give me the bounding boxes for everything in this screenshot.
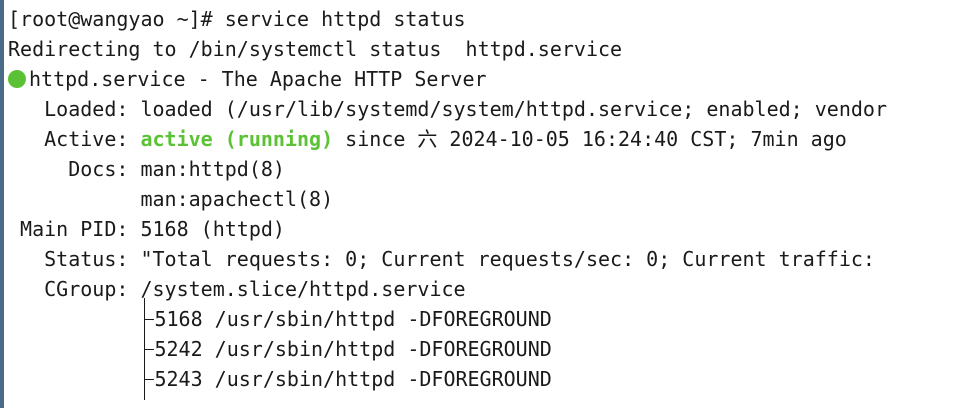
mainpid-label: Main PID: <box>8 217 141 241</box>
active-since: since 六 2024-10-05 16:24:40 CST; 7min ag… <box>333 127 847 151</box>
redirect-line: Redirecting to /bin/systemctl status htt… <box>8 37 623 61</box>
green-circle-icon <box>8 70 26 88</box>
command-line: [root@wangyao ~]# service httpd status <box>8 4 466 34</box>
tree-branch-icon <box>140 298 155 340</box>
terminal-window[interactable]: [root@wangyao ~]# service httpd status R… <box>0 0 973 408</box>
process-row: 5242 /usr/sbin/httpd -DFOREGROUND <box>8 328 552 370</box>
window-edge <box>0 0 4 408</box>
process-row: 5243 /usr/sbin/httpd -DFOREGROUND <box>8 358 552 400</box>
mainpid-value: 5168 (httpd) <box>140 217 285 241</box>
process-row: 5168 /usr/sbin/httpd -DFOREGROUND <box>8 298 552 340</box>
cgroup-label: CGroup: <box>8 277 141 301</box>
mainpid-line: Main PID: 5168 (httpd) <box>8 214 285 244</box>
docs-line: Docs: man:httpd(8) <box>8 154 285 184</box>
tree-branch-icon <box>140 358 155 400</box>
unit-title: httpd.service - The Apache HTTP Server <box>29 67 487 91</box>
tree-branch-icon <box>140 328 155 370</box>
active-state: active (running) <box>140 127 334 151</box>
cgroup-line: CGroup: /system.slice/httpd.service <box>8 274 466 304</box>
command-text: service httpd status <box>224 7 466 31</box>
unit-line: httpd.service - The Apache HTTP Server <box>8 64 487 94</box>
loaded-value: loaded (/usr/lib/systemd/system/httpd.se… <box>140 97 887 121</box>
cgroup-value: /system.slice/httpd.service <box>140 277 466 301</box>
active-line: Active: active (running) since 六 2024-10… <box>8 124 847 154</box>
process-entry: 5243 /usr/sbin/httpd -DFOREGROUND <box>154 367 552 391</box>
status-line: Status: "Total requests: 0; Current requ… <box>8 244 875 274</box>
docs-label: Docs: <box>8 157 141 181</box>
process-entry: 5168 /usr/sbin/httpd -DFOREGROUND <box>154 307 552 331</box>
active-label: Active: <box>8 127 141 151</box>
loaded-line: Loaded: loaded (/usr/lib/systemd/system/… <box>8 94 887 124</box>
loaded-label: Loaded: <box>8 97 141 121</box>
shell-prompt: [root@wangyao ~]# <box>8 7 225 31</box>
status-label: Status: <box>8 247 141 271</box>
status-value: "Total requests: 0; Current requests/sec… <box>140 247 875 271</box>
docs-apachectl: man:apachectl(8) <box>8 187 334 211</box>
docs-httpd: man:httpd(8) <box>140 157 285 181</box>
process-entry: 5242 /usr/sbin/httpd -DFOREGROUND <box>154 337 552 361</box>
